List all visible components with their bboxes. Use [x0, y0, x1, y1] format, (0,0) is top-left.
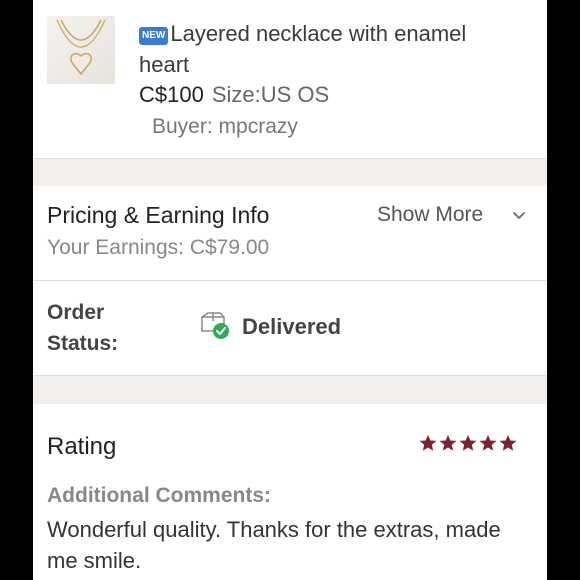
necklace-photo-icon: [56, 19, 106, 76]
item-title[interactable]: NEW Layered necklace with enamel heart: [139, 18, 519, 80]
order-status-label-line2: Status:: [47, 332, 119, 355]
show-more-button[interactable]: Show More: [377, 203, 483, 227]
star-icon: [419, 434, 437, 451]
item-size: Size:US OS: [211, 82, 330, 107]
rating-section: Rating Additional Comments: Wonderful qu…: [33, 404, 547, 580]
new-badge: NEW: [139, 27, 169, 45]
additional-comments-text: Wonderful quality. Thanks for the extras…: [47, 517, 501, 573]
item-thumbnail[interactable]: [47, 16, 115, 84]
box-check-icon: [201, 312, 229, 339]
order-status-label-line1: Order: [47, 301, 105, 324]
chevron-down-icon[interactable]: [511, 208, 527, 224]
star-icon: [459, 434, 477, 451]
pricing-section: Pricing & Earning Info Show More Your Ea…: [33, 186, 547, 281]
item-card[interactable]: NEW Layered necklace with enamel heart C$…: [33, 0, 547, 159]
order-status-label: Order Status:: [47, 297, 118, 359]
pricing-title: Pricing & Earning Info: [47, 202, 270, 228]
star-icon: [479, 434, 497, 451]
item-title-text: Layered necklace with enamel heart: [139, 21, 467, 77]
your-earnings: Your Earnings: C$79.00: [47, 236, 270, 259]
star-icon: [439, 434, 457, 451]
star-icon: [499, 434, 517, 451]
star-rating: [419, 434, 517, 452]
price-size-line: C$100 Size:US OS: [139, 81, 329, 109]
order-status-value: Delivered: [242, 314, 342, 339]
buyer-name[interactable]: Buyer: mpcrazy: [152, 113, 298, 141]
additional-comments-label: Additional Comments:: [47, 484, 271, 507]
order-status-section: Order Status: Delivered: [33, 281, 547, 376]
order-detail-panel: NEW Layered necklace with enamel heart C$…: [33, 0, 547, 580]
rating-title: Rating: [47, 433, 117, 460]
item-price: C$100: [139, 82, 204, 107]
